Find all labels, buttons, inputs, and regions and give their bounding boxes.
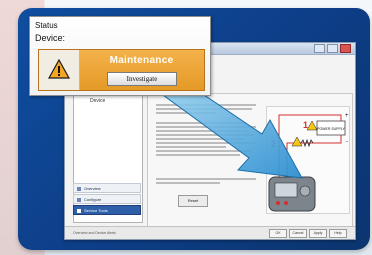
nav-item-overview[interactable]: Overview: [73, 183, 141, 193]
device-label: Device:: [35, 33, 66, 43]
content-panel: Reset POWER SUPPLY + - 1 2: [147, 93, 353, 227]
power-supply-label: POWER SUPPLY: [317, 127, 345, 131]
bottom-bar: Overview and Device Alerts OK Cancel App…: [65, 226, 355, 239]
nav-item-configure[interactable]: Configure: [73, 194, 141, 204]
warning-icon: [48, 59, 70, 79]
alert-icon-cell: [39, 50, 80, 90]
nav-item-label: Service Tools: [84, 208, 108, 213]
configure-icon: [77, 198, 81, 202]
service-tools-icon: [77, 209, 81, 213]
popup-title: Status: [35, 21, 58, 30]
nav-item-label: Configure: [84, 197, 102, 202]
svg-text:2: 2: [271, 139, 276, 149]
warning-icon: [291, 136, 303, 147]
minus-sign: -: [346, 139, 348, 145]
overview-icon: [77, 187, 81, 191]
maximize-button[interactable]: [327, 44, 338, 53]
nav-item-label: Overview: [84, 186, 101, 191]
svg-text:1: 1: [303, 120, 308, 130]
close-button[interactable]: [340, 44, 351, 53]
callout-1: 1: [303, 120, 318, 131]
maintenance-alert: Maintenance Investigate: [38, 49, 205, 91]
power-supply-box: POWER SUPPLY: [316, 120, 346, 136]
status-popup: Status Device: Maintenance Investigate: [29, 16, 211, 96]
wiring-diagram: POWER SUPPLY + - 1 2: [266, 106, 350, 214]
maintenance-label: Maintenance: [109, 55, 174, 66]
help-button[interactable]: Help: [329, 229, 347, 238]
tree-item-device[interactable]: Device: [90, 98, 105, 104]
bottom-status-text: Overview and Device Alerts: [73, 231, 116, 235]
ok-button[interactable]: OK: [269, 229, 287, 238]
warning-icon: [306, 120, 318, 131]
apply-button[interactable]: Apply: [309, 229, 327, 238]
transmitter-device: [268, 176, 316, 212]
cancel-button[interactable]: Cancel: [289, 229, 307, 238]
window-controls: [314, 44, 351, 53]
minimize-button[interactable]: [314, 44, 325, 53]
plus-sign: +: [345, 113, 349, 119]
nav-item-service-tools[interactable]: Service Tools: [73, 205, 141, 215]
reset-button[interactable]: Reset: [178, 195, 208, 207]
investigate-button[interactable]: Investigate: [107, 72, 177, 86]
